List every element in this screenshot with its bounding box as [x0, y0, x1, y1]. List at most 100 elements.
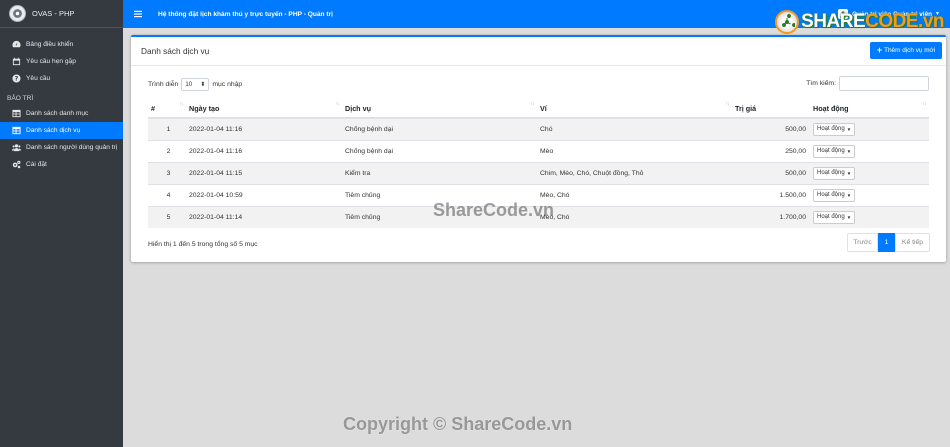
column-header-service[interactable]: Dịch vụ ↑↓ — [342, 99, 537, 119]
cell-action: Hoạt động ▼ — [810, 183, 929, 206]
action-label: Hoạt động — [817, 192, 845, 198]
logo-part-share: SHARE — [801, 11, 866, 32]
cell-action: Hoạt động ▼ — [810, 161, 929, 184]
watermark-middle: ShareCode.vn — [433, 200, 555, 220]
sidebar-item-settings[interactable]: Cài đặt — [0, 156, 123, 173]
sidebar-item-services[interactable]: Danh sách dịch vụ — [0, 122, 123, 139]
search-label: Tìm kiếm: — [806, 80, 836, 87]
table-controls: Trình diễn 10 ⬍ mục nhập Tìm kiếm: — [148, 76, 929, 92]
watermark-copyright: Copyright © ShareCode.vn — [343, 414, 573, 434]
svg-text:?: ? — [14, 76, 18, 83]
cell-index: 3 — [148, 161, 186, 184]
header-label: Ví — [540, 103, 547, 113]
add-service-button[interactable]: + Thêm dịch vụ mới — [870, 42, 942, 59]
pagination-prev-button[interactable]: Trước — [847, 233, 878, 252]
column-header-price[interactable]: Trị giá — [732, 99, 810, 119]
cell-price: 500,00 — [732, 117, 810, 140]
cell-price: 250,00 — [732, 139, 810, 162]
sidebar-item-inquiries[interactable]: ? Yêu cầu — [0, 70, 123, 87]
header-label: Ngày tạo — [189, 103, 220, 113]
sidebar-item-appointments[interactable]: Yêu cầu hẹn gặp — [0, 53, 123, 70]
action-label: Hoạt động — [817, 214, 845, 221]
sharecode-logo: SHARECODE.vn — [775, 10, 944, 34]
cell-date: 2022-01-04 11:15 — [186, 161, 342, 184]
cell-action: Hoạt động ▼ — [810, 117, 929, 140]
sidebar: OVAS - PHP Bảng điều khiển Yêu cầu hẹn g… — [0, 0, 123, 447]
card-header: Danh sách dịch vụ + Thêm dịch vụ mới — [131, 37, 946, 66]
chevron-down-icon: ▼ — [846, 170, 852, 176]
cell-species: Mèo, Chó — [537, 205, 732, 228]
users-icon — [11, 143, 21, 152]
menu-toggle-icon[interactable] — [134, 10, 148, 18]
sidebar-item-label: Yêu cầu hẹn gặp — [26, 58, 76, 65]
pagination-page-1[interactable]: 1 — [878, 233, 895, 252]
action-dropdown-button[interactable]: Hoạt động ▼ — [813, 188, 856, 202]
action-label: Hoạt động — [817, 148, 845, 154]
action-dropdown-button[interactable]: Hoạt động ▼ — [813, 144, 856, 158]
table-icon — [11, 109, 21, 118]
pagination-next-button[interactable]: Kế tiếp — [895, 233, 930, 252]
cell-index: 4 — [148, 183, 186, 206]
brand-logo-icon — [9, 5, 26, 22]
cell-service: Kiểm tra — [342, 161, 537, 184]
brand-link[interactable]: OVAS - PHP — [0, 0, 123, 28]
sidebar-item-label: Danh sách người dùng quản trị — [26, 144, 118, 151]
cell-species: Chó — [537, 117, 732, 140]
page-length-select[interactable]: 10 ⬍ — [181, 78, 210, 91]
action-label: Hoạt động — [817, 170, 845, 176]
cogs-icon — [11, 160, 21, 169]
sidebar-item-label: Cài đặt — [26, 161, 47, 168]
cell-species: Mèo, Chó — [537, 183, 732, 206]
sidebar-item-categories[interactable]: Danh sách danh mục — [0, 105, 123, 122]
cell-date: 2022-01-04 11:16 — [186, 139, 342, 162]
sidebar-item-label: Yêu cầu — [26, 75, 51, 82]
action-dropdown-button[interactable]: Hoạt động ▼ — [813, 166, 856, 180]
question-icon: ? — [11, 74, 21, 83]
header-label: Trị giá — [735, 103, 757, 113]
cell-species: Chim, Mèo, Chó, Chuột đồng, Thỏ — [537, 161, 732, 184]
cell-index: 1 — [148, 117, 186, 140]
sidebar-section-maintenance: BẢO TRÌ — [7, 94, 34, 102]
length-prefix: Trình diễn — [148, 81, 179, 88]
page-title: Hệ thống đặt lịch khám thú y trực tuyến … — [158, 10, 334, 18]
plus-icon: + — [876, 45, 883, 55]
sharecode-logo-icon — [775, 10, 800, 34]
action-dropdown-button[interactable]: Hoạt động ▼ — [813, 210, 856, 224]
column-header-action[interactable]: Hoạt động ↑↓ — [810, 99, 929, 119]
chevron-down-icon: ▼ — [846, 126, 852, 132]
table-icon — [11, 126, 21, 135]
sidebar-item-label: Bảng điều khiển — [26, 41, 74, 48]
chevron-down-icon: ▼ — [846, 148, 852, 154]
table-row: 1 2022-01-04 11:16 Chống bệnh dại Chó 50… — [148, 117, 929, 140]
column-header-index[interactable]: # ↑↓ — [148, 99, 186, 119]
length-suffix: mục nhập — [212, 81, 243, 88]
add-service-label: Thêm dịch vụ mới — [884, 47, 936, 54]
sidebar-item-admin-users[interactable]: Danh sách người dùng quản trị — [0, 139, 123, 156]
brand-name: OVAS - PHP — [32, 9, 75, 18]
header-label: # — [151, 103, 155, 113]
cell-price: 1.700,00 — [732, 205, 810, 228]
cell-index: 2 — [148, 139, 186, 162]
action-dropdown-button[interactable]: Hoạt động ▼ — [813, 122, 856, 136]
cell-action: Hoạt động ▼ — [810, 139, 929, 162]
cell-service: Chống bệnh dại — [342, 139, 537, 162]
services-card: Danh sách dịch vụ + Thêm dịch vụ mới Trì… — [131, 35, 946, 262]
cell-action: Hoạt động ▼ — [810, 205, 929, 228]
page-length-value: 10 — [185, 81, 193, 88]
column-header-date[interactable]: Ngày tạo ↑↓ — [186, 99, 342, 119]
logo-part-code: CODE — [865, 11, 919, 32]
search-input[interactable] — [839, 76, 929, 91]
table-row: 2 2022-01-04 11:16 Chống bệnh dại Mèo 25… — [148, 139, 929, 162]
sidebar-item-dashboard[interactable]: Bảng điều khiển — [0, 36, 123, 53]
column-header-species[interactable]: Ví ↑↓ — [537, 99, 732, 119]
updown-icon: ⬍ — [200, 82, 206, 88]
search-box: Tìm kiếm: — [806, 76, 929, 91]
table-header-row: # ↑↓ Ngày tạo ↑↓ Dịch vụ ↑↓ Ví ↑↓ Trị giá Ho… — [148, 99, 929, 119]
logo-part-tld: .vn — [918, 11, 944, 32]
table-info: Hiển thị 1 đến 5 trong tổng số 5 mục — [148, 241, 258, 248]
chevron-down-icon: ▼ — [846, 192, 852, 198]
page-length: Trình diễn 10 ⬍ mục nhập — [148, 78, 242, 91]
sort-icon: ↑↓ — [530, 101, 535, 107]
sort-icon: ↑↓ — [922, 101, 927, 107]
cell-date: 2022-01-04 10:59 — [186, 183, 342, 206]
